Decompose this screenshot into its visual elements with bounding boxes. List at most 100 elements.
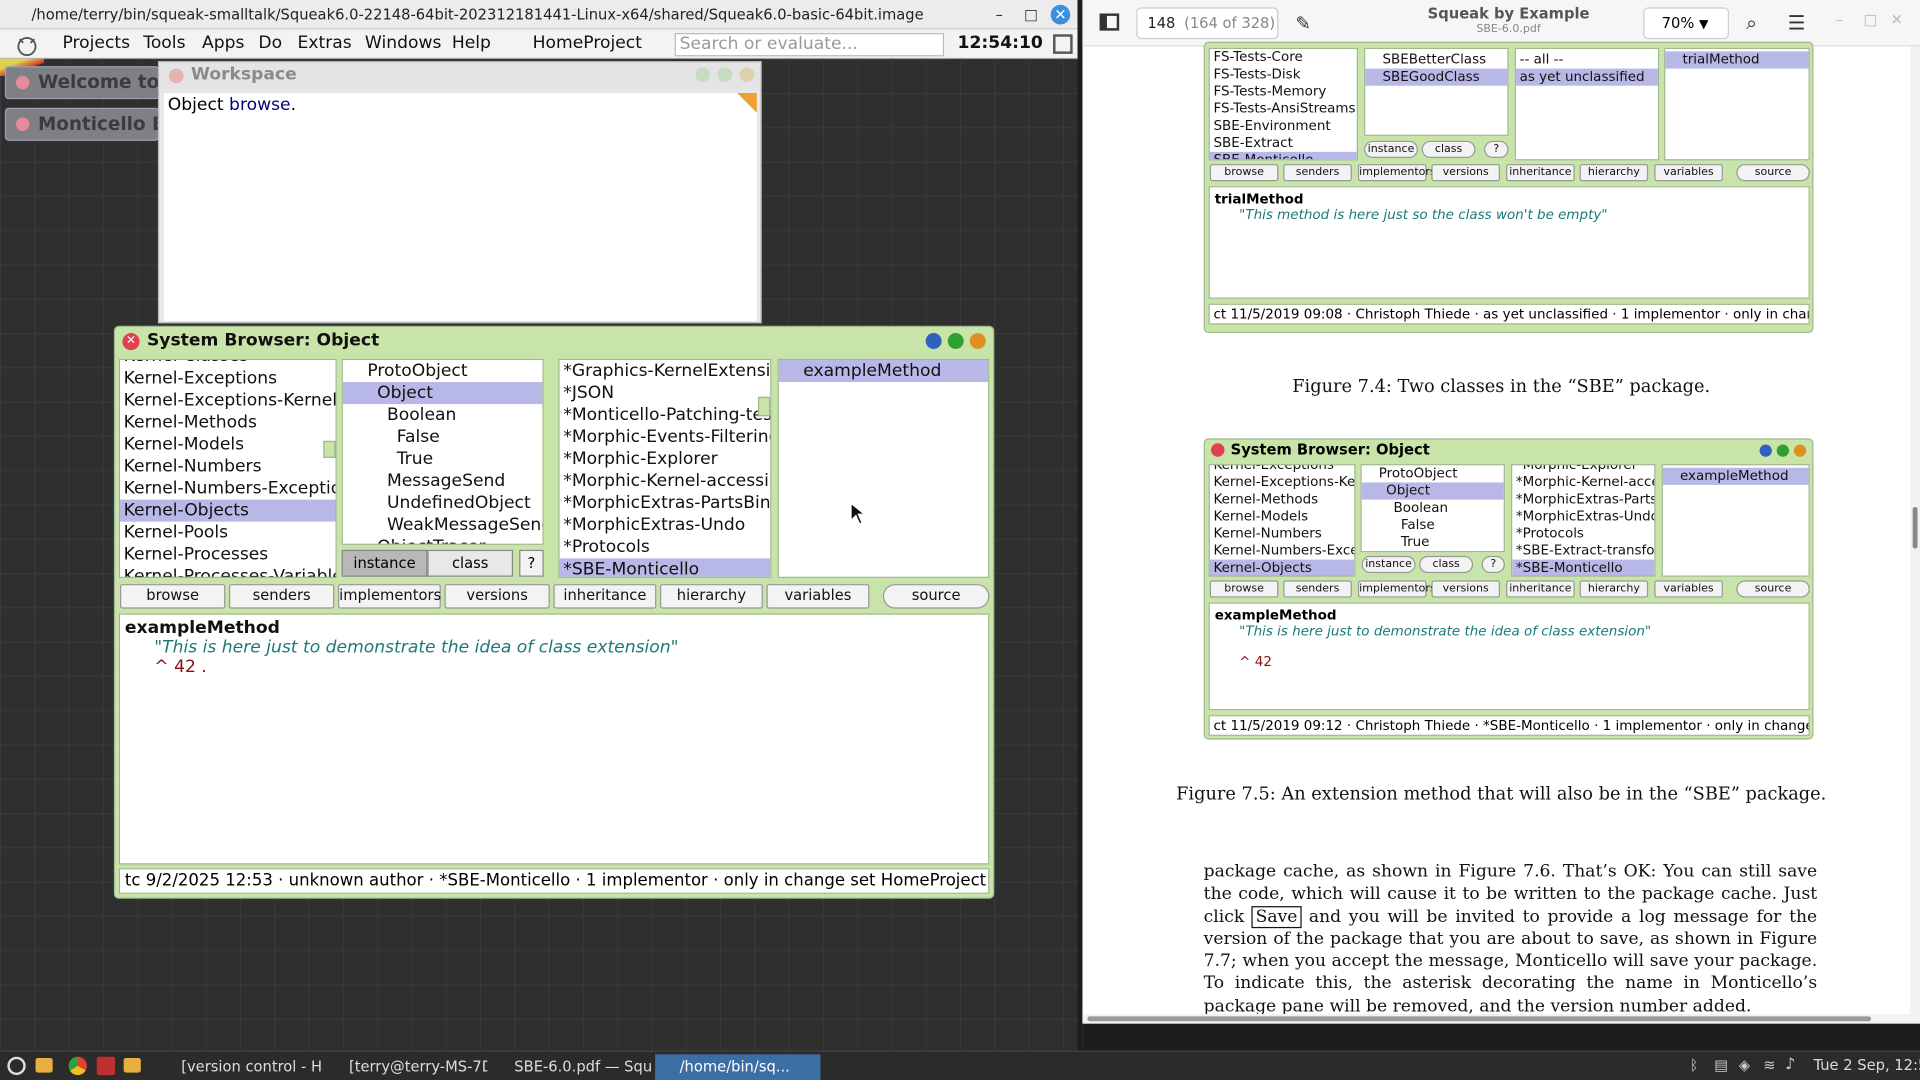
browser-icon[interactable] [68, 1056, 87, 1076]
bluetooth-icon[interactable]: ᛒ [1690, 1057, 1699, 1074]
list-item[interactable]: WeakMessageSend [343, 514, 543, 536]
instance-toggle[interactable]: instance [341, 549, 428, 577]
close-icon[interactable] [168, 68, 184, 84]
clipboard-icon[interactable]: ▤ [1714, 1057, 1728, 1074]
flap-monticello[interactable]: Monticello Browser [4, 107, 160, 141]
page-number[interactable]: 148 [1147, 15, 1175, 32]
browser-titlebar[interactable]: ✕ System Browser: Object [115, 327, 993, 356]
list-item[interactable]: Kernel-Exceptions [120, 367, 336, 389]
volume-icon[interactable]: ♪ [1785, 1056, 1795, 1074]
help-button[interactable]: ? [519, 549, 544, 577]
list-item[interactable]: Kernel-Processes-Variables [120, 566, 336, 577]
task-terminal[interactable]: [terry@terry-MS-7D... [324, 1054, 487, 1080]
fullscreen-icon[interactable] [1053, 34, 1073, 54]
menu-help[interactable]: Help [452, 33, 491, 53]
menu-extras[interactable]: Extras [298, 33, 352, 53]
close-icon[interactable]: ✕ [1050, 4, 1071, 25]
hamburger-menu-icon[interactable]: ☰ [1788, 11, 1806, 34]
menu-icon[interactable] [695, 67, 711, 83]
list-item[interactable]: *Morphic-Events-Filtering [560, 426, 770, 448]
scrollbar-thumb[interactable] [1912, 506, 1918, 549]
flap-welcome[interactable]: Welcome to Squeak [4, 66, 160, 100]
horizontal-scrollbar[interactable] [1082, 1013, 1920, 1024]
menu-apps[interactable]: Apps [202, 33, 244, 53]
minimize-icon[interactable]: – [989, 5, 1009, 25]
task-squeak-active[interactable]: /home/bin/sq... [655, 1054, 821, 1080]
search-icon[interactable]: ⌕ [1746, 11, 1757, 35]
wifi-icon[interactable]: ≋ [1763, 1057, 1775, 1074]
list-item[interactable]: *Graphics-KernelExtensions [560, 360, 770, 382]
terminal-icon[interactable] [96, 1056, 116, 1076]
list-item[interactable]: Kernel-Numbers [120, 456, 336, 478]
source-button[interactable]: source [882, 584, 990, 609]
zoom-select[interactable]: 70% ▼ [1643, 7, 1729, 40]
browse-button[interactable]: browse [120, 584, 226, 609]
pdf-page[interactable]: FS-Tests-Core FS-Tests-Disk FS-Tests-Mem… [1092, 41, 1911, 1024]
close-icon[interactable] [15, 75, 30, 90]
menu-tools[interactable]: Tools [143, 33, 185, 53]
implementors-button[interactable]: implementors [337, 584, 441, 609]
folder-icon[interactable] [35, 1057, 53, 1073]
list-item-selected[interactable]: Object [342, 382, 543, 405]
list-item[interactable]: Boolean [343, 404, 543, 426]
list-item-selected[interactable]: *SBE-Monticello [559, 558, 771, 577]
maximize-icon[interactable]: □ [1021, 5, 1041, 25]
list-item[interactable]: *MorphicExtras-PartsBin [560, 492, 770, 514]
list-item[interactable]: ProtoObject [343, 360, 543, 382]
menu-windows[interactable]: Windows [365, 33, 442, 53]
status-bar[interactable]: tc 9/2/2025 12:53 · unknown author · *SB… [118, 868, 990, 894]
scrollbar-thumb[interactable] [323, 440, 336, 458]
list-item[interactable]: Kernel-Exceptions-Kernel [120, 389, 336, 411]
window-titlebar[interactable]: /home/terry/bin/squeak-smalltalk/Squeak6… [0, 0, 1078, 30]
menu-icon[interactable] [925, 333, 942, 349]
page-field[interactable]: 148 (164 of 328) [1136, 7, 1279, 40]
hierarchy-button[interactable]: hierarchy [660, 584, 763, 609]
search-input[interactable]: Search or evaluate... [674, 33, 945, 57]
category-list[interactable]: Kernel-Classes Kernel-Exceptions Kernel-… [118, 358, 337, 578]
method-list[interactable]: exampleMethod [777, 358, 990, 578]
close-icon[interactable]: ✕ [122, 333, 140, 351]
list-item-selected[interactable]: Kernel-Objects [120, 499, 336, 522]
menu-do[interactable]: Do [258, 33, 282, 53]
vertical-scrollbar[interactable] [1910, 46, 1920, 1024]
collapse-icon[interactable] [739, 67, 755, 83]
annotate-pencil-icon[interactable]: ✎ [1296, 12, 1318, 34]
list-item[interactable]: True [343, 448, 543, 470]
list-item[interactable]: UndefinedObject [343, 492, 543, 514]
menu-projects[interactable]: Projects [62, 33, 130, 53]
files-icon[interactable] [123, 1057, 141, 1073]
list-item[interactable]: Kernel-Models [120, 433, 336, 455]
list-item[interactable]: *Morphic-Kernel-accessing [560, 470, 770, 492]
list-item[interactable]: *MorphicExtras-Undo [560, 514, 771, 536]
list-item[interactable]: *Monticello-Patching-testing [560, 404, 770, 426]
app-menu-icon[interactable] [7, 1056, 26, 1076]
workspace-titlebar[interactable]: Workspace [159, 62, 761, 90]
versions-button[interactable]: versions [444, 584, 550, 609]
list-item[interactable]: *JSON [560, 382, 771, 404]
scrollbar-thumb[interactable] [757, 396, 771, 417]
list-item[interactable]: *Morphic-Explorer [560, 448, 771, 470]
minimize-icon[interactable]: – [1836, 11, 1843, 28]
menu-homeproject[interactable]: HomeProject [533, 33, 642, 53]
sidebar-toggle-icon[interactable] [1099, 13, 1120, 31]
code-editor[interactable]: exampleMethod "This is here just to demo… [118, 613, 990, 865]
senders-button[interactable]: senders [228, 584, 335, 609]
list-item[interactable]: ObjectTracer [343, 536, 543, 544]
list-item[interactable]: Kernel-Pools [120, 522, 336, 544]
expand-icon[interactable] [717, 67, 733, 83]
protocol-list[interactable]: *Graphics-KernelExtensions *JSON *Montic… [558, 358, 772, 578]
class-list[interactable]: ProtoObject Object Boolean False True Me… [341, 358, 544, 545]
variables-button[interactable]: variables [766, 584, 870, 609]
collapse-icon[interactable] [969, 333, 986, 349]
shield-icon[interactable]: ◈ [1739, 1057, 1750, 1074]
task-version-control[interactable]: [version control - Ho... [157, 1054, 322, 1080]
list-item-selected[interactable]: exampleMethod [778, 360, 989, 383]
list-item[interactable]: Kernel-Methods [120, 411, 336, 433]
list-item[interactable]: Kernel-Classes [120, 360, 336, 367]
close-icon[interactable]: ✕ [1891, 11, 1903, 28]
list-item[interactable]: Kernel-Numbers-Exceptions [120, 478, 336, 500]
squeak-logo-icon[interactable] [12, 32, 41, 57]
maximize-icon[interactable]: □ [1864, 11, 1878, 28]
inheritance-button[interactable]: inheritance [553, 584, 657, 609]
list-item[interactable]: False [343, 426, 543, 448]
